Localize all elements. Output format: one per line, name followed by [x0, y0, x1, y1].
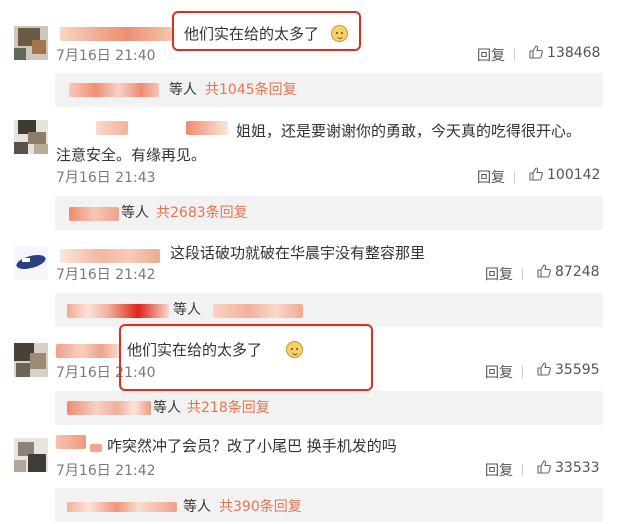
thumbs-up-icon: [537, 460, 551, 474]
comment-time: 7月16日 21:43: [56, 170, 156, 186]
reply-button[interactable]: 回复: [485, 460, 513, 480]
username-blurred[interactable]: [90, 444, 102, 452]
like-count: 138468: [547, 45, 601, 61]
replier-names-blurred[interactable]: [69, 207, 119, 221]
like-button[interactable]: 35595: [537, 362, 600, 378]
sub-replies-box[interactable]: 等人 共218条回复: [55, 391, 603, 425]
sub-reply-count[interactable]: 共2683条回复: [156, 196, 248, 230]
comment-text: 咋突然冲了会员？改了小尾巴 换手机发的吗: [107, 437, 397, 455]
comment-time: 7月16日 21:42: [56, 463, 156, 479]
username-blurred[interactable]: [60, 27, 172, 41]
like-button[interactable]: 100142: [529, 167, 600, 183]
divider: [522, 464, 523, 476]
avatar[interactable]: [14, 246, 48, 280]
sub-more-label: 等人: [153, 400, 181, 416]
divider: [514, 171, 515, 183]
replier-names-blurred[interactable]: [67, 304, 169, 318]
sub-replies-box[interactable]: 等人 共390条回复: [55, 488, 603, 522]
avatar[interactable]: [14, 438, 48, 472]
comment-text: 这段话破功就破在华晨宇没有整容那里: [170, 244, 426, 262]
thumbs-up-icon: [537, 264, 551, 278]
reply-button[interactable]: 回复: [485, 264, 513, 284]
sub-more-label: 等人: [169, 82, 197, 98]
comment-time: 7月16日 21:42: [56, 267, 156, 283]
avatar[interactable]: [14, 120, 48, 154]
reply-button[interactable]: 回复: [477, 45, 505, 65]
username-blurred[interactable]: [186, 121, 228, 135]
sub-replies-box[interactable]: 等人 共1045条回复: [55, 73, 603, 107]
comment-text: 姐姐，还是要谢谢你的勇敢，今天真的吃得很开心。: [236, 122, 582, 140]
like-button[interactable]: 33533: [537, 460, 600, 476]
highlight-box: [172, 11, 361, 51]
sub-more-label: 等人: [183, 499, 211, 515]
like-button[interactable]: 138468: [529, 45, 600, 61]
like-count: 35595: [555, 362, 600, 378]
comment-time: 7月16日 21:40: [56, 48, 156, 64]
replier-names-blurred[interactable]: [67, 401, 151, 415]
reply-button[interactable]: 回复: [485, 362, 513, 382]
like-count: 33533: [555, 460, 600, 476]
comment-text-line2: 注意安全。有缘再见。: [56, 146, 207, 164]
thumbs-up-icon: [537, 362, 551, 376]
username-blurred[interactable]: [56, 435, 86, 449]
sub-more-label: 等人: [121, 205, 149, 221]
divider: [522, 268, 523, 280]
like-count: 87248: [555, 264, 600, 280]
thumbs-up-icon: [529, 167, 543, 181]
divider: [514, 49, 515, 61]
avatar[interactable]: [14, 343, 48, 377]
like-button[interactable]: 87248: [537, 264, 600, 280]
username-blurred[interactable]: [96, 121, 128, 135]
sub-replies-box[interactable]: 等人 共2683条回复: [55, 196, 603, 230]
replier-names-blurred[interactable]: [67, 502, 177, 512]
username-blurred[interactable]: [60, 249, 160, 263]
sub-reply-count[interactable]: 共1045条回复: [205, 73, 297, 107]
divider: [522, 366, 523, 378]
reply-button[interactable]: 回复: [477, 167, 505, 187]
replier-names-blurred[interactable]: [69, 83, 159, 97]
sub-reply-count[interactable]: 共390条回复: [219, 490, 302, 524]
username-blurred[interactable]: [56, 344, 120, 358]
sub-replies-box[interactable]: 等人: [55, 293, 603, 327]
avatar[interactable]: [14, 26, 48, 60]
sub-more-label: 等人: [173, 302, 201, 318]
replier-names-blurred[interactable]: [213, 304, 303, 318]
highlight-box: [119, 324, 373, 391]
thumbs-up-icon: [529, 45, 543, 59]
sub-reply-count[interactable]: 共218条回复: [187, 391, 270, 425]
like-count: 100142: [547, 167, 601, 183]
